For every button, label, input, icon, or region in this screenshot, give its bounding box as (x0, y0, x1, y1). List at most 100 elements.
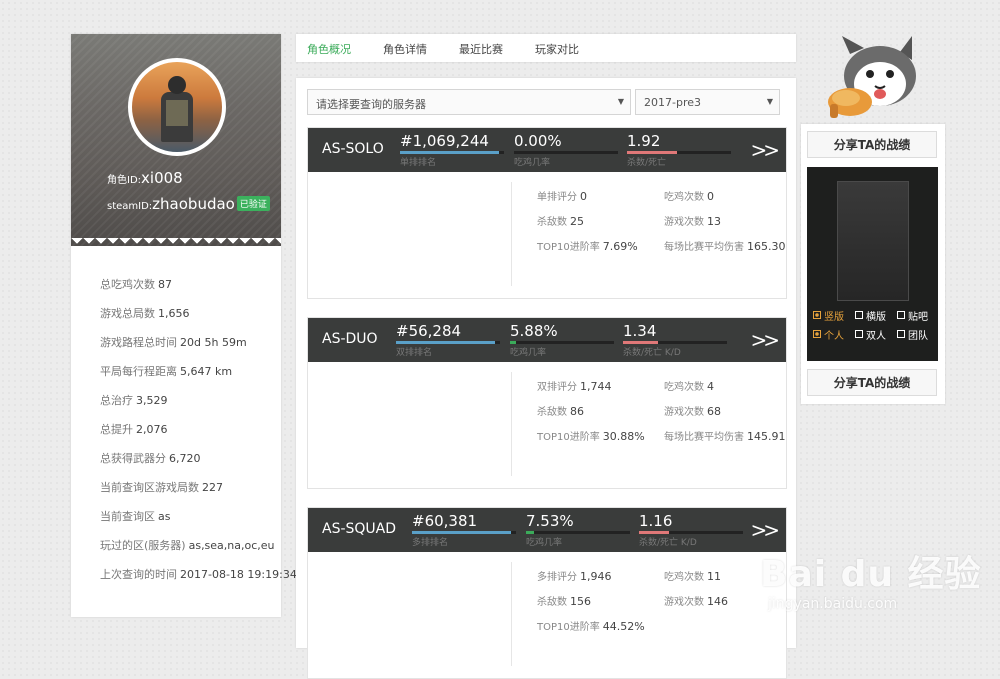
profile-stat-value: 87 (158, 278, 172, 291)
banner-zigzag-edge (71, 238, 281, 250)
win-rate-stat-bar (510, 341, 614, 344)
option-horizontal[interactable]: 横版 (855, 308, 886, 323)
profile-stat-value: as,sea,na,oc,eu (188, 539, 275, 552)
mode-detail-item: 游戏次数 68 (664, 403, 721, 418)
profile-stat-label: 平局每行程距离 (100, 365, 177, 378)
role-id-value: xi008 (141, 169, 183, 187)
rank-stat-bar (400, 151, 504, 154)
win-rate-stat: 7.53% 吃鸡几率 (526, 512, 630, 548)
chevron-down-icon: ▼ (617, 97, 624, 106)
option-solo[interactable]: 个人 (813, 327, 844, 342)
mode-detail-value: 68 (707, 405, 721, 418)
checkbox-icon (897, 330, 905, 338)
profile-stat-label: 游戏总局数 (100, 307, 155, 320)
server-select-value: 请选择要查询的服务器 (316, 98, 426, 111)
profile-stat-row: 总提升 2,076 (100, 421, 275, 450)
role-id: 角色ID:xi008 (107, 168, 183, 187)
option-vertical[interactable]: 竖版 (813, 308, 844, 323)
profile-stat-row: 总吃鸡次数 87 (100, 276, 275, 305)
rank-stat-value: #1,069,244 (400, 132, 489, 150)
checkbox-icon (813, 330, 821, 338)
mode-detail-label: 游戏次数 (664, 217, 704, 228)
win-rate-stat-bar-fill (526, 531, 535, 534)
double-chevron-right-icon[interactable]: >> (750, 328, 779, 352)
win-rate-stat-bar (526, 531, 630, 534)
win-rate-stat-value: 5.88% (510, 322, 558, 340)
profile-stat-value: 3,529 (136, 394, 168, 407)
mode-detail-label: 杀敌数 (537, 217, 567, 228)
tab-overview[interactable]: 角色概况 (307, 41, 351, 57)
mode-detail-item: 每场比赛平均伤害 165.30 (664, 238, 786, 253)
steam-verified-badge: 已验证 (236, 196, 270, 211)
checkbox-icon (855, 311, 863, 319)
profile-stat-row: 上次查询的时间 2017-08-18 19:19:34 (100, 566, 297, 595)
mode-detail-label: 吃鸡次数 (664, 192, 704, 203)
rank-stat-label: 单排排名 (400, 158, 437, 168)
mode-name: AS-DUO (322, 331, 378, 347)
share-poster-preview: 竖版 横版 贴吧 个人 双人 团队 (807, 167, 938, 361)
tab-recent-matches[interactable]: 最近比赛 (459, 41, 503, 57)
kd-stat-label: 杀数/死亡 K/D (623, 348, 681, 358)
share-record-button-bottom[interactable]: 分享TA的战绩 (807, 369, 937, 396)
mode-detail-item: TOP10进阶率 30.88% (537, 428, 645, 443)
profile-stat-row: 当前查询区游戏局数 227 (100, 479, 275, 508)
profile-stat-label: 当前查询区 (100, 510, 155, 523)
tab-player-compare[interactable]: 玩家对比 (535, 41, 579, 57)
season-select-value: 2017-pre3 (644, 96, 701, 109)
mode-detail-item: 杀敌数 156 (537, 593, 591, 608)
kd-stat-value: 1.92 (627, 132, 661, 150)
kd-stat-label: 杀数/死亡 (627, 158, 667, 168)
kd-stat-bar (639, 531, 743, 534)
mode-detail-item: 杀敌数 86 (537, 403, 584, 418)
server-select[interactable]: 请选择要查询的服务器 ▼ (307, 89, 631, 115)
mode-card: AS-DUO #56,284 双排排名 5.88% 吃鸡几率 1.34 杀数/死亡 K/D >… (307, 317, 787, 489)
mode-detail-value: 44.52% (602, 620, 645, 633)
mode-detail-item: 吃鸡次数 4 (664, 378, 714, 393)
kd-stat-bar-fill (627, 151, 677, 154)
win-rate-stat-value: 7.53% (526, 512, 574, 530)
win-rate-stat-label: 吃鸡几率 (510, 348, 547, 358)
mode-detail-item: 单排评分 0 (537, 188, 587, 203)
kd-stat-value: 1.34 (623, 322, 657, 340)
option-duo[interactable]: 双人 (855, 327, 886, 342)
main-panel: 请选择要查询的服务器 ▼ 2017-pre3 ▼ AS-SOLO #1,069,2… (296, 78, 796, 679)
chevron-down-icon: ▼ (766, 97, 773, 106)
mode-header: AS-DUO #56,284 双排排名 5.88% 吃鸡几率 1.34 杀数/死亡 K/D >… (308, 318, 786, 362)
season-select[interactable]: 2017-pre3 ▼ (635, 89, 780, 115)
option-tieba[interactable]: 贴吧 (897, 308, 928, 323)
kd-stat-bar-fill (639, 531, 670, 534)
mode-detail-item: 吃鸡次数 11 (664, 568, 721, 583)
mode-detail-label: 多排评分 (537, 572, 577, 583)
profile-stat-value: 6,720 (169, 452, 201, 465)
profile-stats-list: 总吃鸡次数 87 游戏总局数 1,656 游戏路程总时间 20d 5h 59m 平局每行程距… (100, 276, 297, 595)
kd-stat-bar-fill (623, 341, 659, 344)
mode-details: 多排评分 1,946 吃鸡次数 11 杀敌数 156 游戏次数 146 TOP10进阶率 44.5… (308, 552, 786, 678)
kd-stat: 1.16 杀数/死亡 K/D (639, 512, 743, 548)
mode-card: AS-SQUAD #60,381 多排排名 7.53% 吃鸡几率 1.16 杀数/死亡 K/… (307, 507, 787, 679)
profile-stat-label: 上次查询的时间 (100, 568, 177, 581)
divider (511, 562, 512, 666)
profile-stat-label: 当前查询区游戏局数 (100, 481, 199, 494)
option-team[interactable]: 团队 (897, 327, 928, 342)
double-chevron-right-icon[interactable]: >> (750, 518, 779, 542)
profile-stat-row: 游戏总局数 1,656 (100, 305, 275, 334)
rank-stat-value: #56,284 (396, 322, 462, 340)
kd-stat-bar (627, 151, 731, 154)
double-chevron-right-icon[interactable]: >> (750, 138, 779, 162)
tab-details[interactable]: 角色详情 (383, 41, 427, 57)
mode-details: 双排评分 1,744 吃鸡次数 4 杀敌数 86 游戏次数 68 TOP10进阶率 30.88% 每… (308, 362, 786, 488)
mode-detail-value: 1,946 (580, 570, 612, 583)
profile-stat-label: 总吃鸡次数 (100, 278, 155, 291)
divider (511, 372, 512, 476)
mode-header: AS-SQUAD #60,381 多排排名 7.53% 吃鸡几率 1.16 杀数/死亡 K/… (308, 508, 786, 552)
mode-detail-item: 杀敌数 25 (537, 213, 584, 228)
mode-detail-item: 双排评分 1,744 (537, 378, 612, 393)
steam-id-value: zhaobudao (152, 195, 235, 213)
profile-stat-row: 总治疗 3,529 (100, 392, 275, 421)
mode-detail-label: 杀敌数 (537, 597, 567, 608)
kd-stat-value: 1.16 (639, 512, 673, 530)
mode-detail-label: 游戏次数 (664, 597, 704, 608)
profile-stat-value: 20d 5h 59m (180, 336, 247, 349)
mode-detail-value: 25 (570, 215, 584, 228)
share-record-button-top[interactable]: 分享TA的战绩 (807, 131, 937, 158)
